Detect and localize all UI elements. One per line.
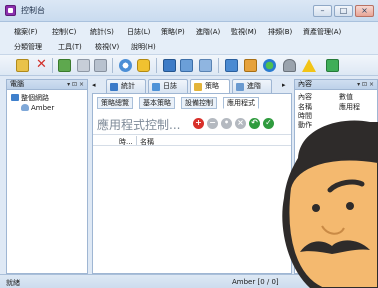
globe-icon[interactable] — [119, 59, 132, 72]
tab-label: 策略 — [205, 82, 219, 90]
earth-icon[interactable] — [263, 59, 276, 72]
menu-bar: 檔案(F) 控制(C) 統計(S) 日誌(L) 策略(P) 進階(A) 監視(M… — [0, 22, 378, 54]
subtab-device-control[interactable]: 設備控制 — [181, 97, 217, 109]
console-window: 控制台 – □ × 檔案(F) 控制(C) 統計(S) 日誌(L) 策略(P) … — [0, 0, 378, 288]
toolbar-separator — [52, 58, 53, 73]
column-time[interactable]: 時... — [119, 137, 133, 147]
menu-control[interactable]: 控制(C) — [52, 27, 76, 37]
section-title: 應用程式控制... — [97, 118, 181, 132]
undo-icon[interactable]: ↶ — [249, 118, 260, 129]
printer-icon[interactable] — [94, 59, 107, 72]
panel-controls[interactable]: ▾ ⊡ × — [67, 80, 84, 89]
menu-advanced[interactable]: 進階(A) — [196, 27, 220, 37]
tab-label: 日誌 — [163, 82, 177, 90]
subtab-application[interactable]: 應用程式 — [223, 97, 259, 109]
computers-panel-title: 電腦 — [10, 80, 24, 88]
computers-tree-panel: 整個網路 Amber — [6, 90, 88, 274]
tab-advanced[interactable]: 進階 — [232, 79, 272, 93]
main-tabstrip: ◂ 統計 日誌 策略 進階 ▸ — [92, 79, 294, 93]
tab-statistics[interactable]: 統計 — [106, 79, 146, 93]
maximize-button[interactable]: □ — [334, 5, 353, 17]
properties-panel-title: 內容 — [298, 80, 312, 88]
tree-item-whole-network[interactable]: 整個網路 — [11, 93, 49, 103]
menu-statistics[interactable]: 統計(S) — [90, 27, 114, 37]
title-bar: 控制台 – □ × — [0, 0, 378, 22]
tree-item-label: Amber — [31, 104, 55, 112]
delete-icon[interactable]: ✕ — [35, 58, 48, 72]
tab-policy[interactable]: 策略 — [190, 79, 230, 93]
tree-item-label: 整個網路 — [21, 94, 49, 102]
hard-drive-icon[interactable] — [283, 59, 296, 72]
table-header: 時... 名稱 — [93, 134, 291, 146]
policy-subtabs: 策略總覽 基本策略 設備控制 應用程式 — [97, 97, 287, 109]
policy-content-area: 策略總覽 基本策略 設備控制 應用程式 應用程式控制... + − • × ↶ … — [92, 93, 292, 274]
app-icon — [5, 5, 16, 16]
cancel-icon[interactable]: × — [235, 118, 246, 129]
properties-panel-header: 內容 ▾ ⊡ × — [294, 79, 378, 90]
network-computer-icon[interactable] — [225, 59, 238, 72]
log-icon — [152, 83, 160, 91]
mascot-eye-left — [312, 204, 320, 212]
advanced-icon — [236, 83, 244, 91]
message-icon[interactable] — [137, 59, 150, 72]
property-value: 應用程 — [339, 103, 360, 111]
policy-icon — [194, 83, 202, 91]
toolbar: ✕ — [0, 54, 378, 76]
remove-icon[interactable]: − — [207, 118, 218, 129]
tab-label: 統計 — [121, 82, 135, 90]
menu-policy[interactable]: 策略(P) — [161, 27, 185, 37]
tab-scroll-left[interactable]: ◂ — [92, 81, 96, 89]
tree-item-amber[interactable]: Amber — [21, 104, 54, 112]
tab-log[interactable]: 日誌 — [148, 79, 188, 93]
refresh-icon[interactable] — [326, 59, 339, 72]
network-icon — [11, 94, 19, 101]
toolbar-separator — [218, 58, 219, 73]
computer-icon[interactable] — [163, 59, 176, 72]
menu-tools[interactable]: 工具(T) — [58, 42, 82, 52]
statistics-icon — [110, 83, 118, 91]
subtab-policy-overview[interactable]: 策略總覽 — [97, 97, 133, 109]
tab-label: 進階 — [247, 82, 261, 90]
warning-icon[interactable] — [302, 59, 316, 72]
properties-col-header: 內容 — [298, 93, 312, 101]
menu-category-management[interactable]: 分類管理 — [14, 42, 42, 52]
import-icon[interactable] — [58, 59, 71, 72]
report-icon[interactable] — [244, 59, 257, 72]
print-preview-icon[interactable] — [77, 59, 90, 72]
panel-controls[interactable]: ▾ ⊡ × — [357, 80, 374, 89]
mascot-illustration — [282, 120, 378, 288]
column-divider — [136, 136, 137, 145]
user-group-icon — [21, 104, 29, 111]
status-text: 就緒 — [6, 279, 20, 287]
menu-asset-management[interactable]: 資產管理(A) — [303, 27, 341, 37]
monitor-icon[interactable] — [180, 59, 193, 72]
menu-view[interactable]: 檢視(V) — [95, 42, 119, 52]
subtab-basic-policy[interactable]: 基本策略 — [139, 97, 175, 109]
menu-help[interactable]: 說明(H) — [131, 42, 156, 52]
minimize-button[interactable]: – — [313, 5, 332, 17]
open-folder-icon[interactable] — [16, 59, 29, 72]
computers-panel-header: 電腦 ▾ ⊡ × — [6, 79, 88, 90]
add-icon[interactable]: + — [193, 118, 204, 129]
toolbar-separator — [156, 58, 157, 73]
column-name[interactable]: 名稱 — [140, 137, 154, 147]
mascot-face — [287, 158, 378, 288]
menu-log[interactable]: 日誌(L) — [127, 27, 150, 37]
menu-file[interactable]: 檔案(F) — [14, 27, 38, 37]
close-button[interactable]: × — [355, 5, 374, 17]
mascot-eye-right — [346, 202, 354, 210]
edit-icon[interactable]: • — [221, 118, 232, 129]
properties-col-header: 數值 — [339, 93, 353, 101]
window-icon[interactable] — [199, 59, 212, 72]
tab-scroll-right[interactable]: ▸ — [282, 81, 286, 89]
window-title: 控制台 — [21, 6, 45, 15]
menu-schedule[interactable]: 排頻(B) — [268, 27, 292, 37]
menu-monitor[interactable]: 監視(M) — [231, 27, 257, 37]
toolbar-separator — [112, 58, 113, 73]
